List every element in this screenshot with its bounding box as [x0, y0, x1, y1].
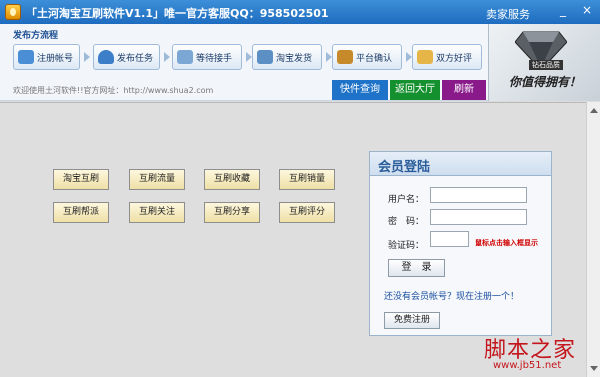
step-label: 双方好评 [436, 53, 473, 64]
user-icon [18, 50, 34, 64]
watermark-url: www.jb51.net [493, 360, 562, 371]
password-label: 密 码： [388, 217, 425, 227]
step-publish[interactable]: 发布任务 [93, 44, 160, 70]
step-ship[interactable]: 淘宝发货 [252, 44, 322, 70]
banner-badge: 钻石品质 [529, 60, 563, 70]
step-label: 注册帐号 [37, 53, 74, 64]
rating-button[interactable]: 互刷评分 [279, 202, 335, 223]
login-button[interactable]: 登 录 [388, 259, 445, 277]
quick-query-button[interactable]: 快件查询 [332, 80, 388, 100]
title-bar: 「土河淘宝互刷软件V1.1」唯一官方客服QQ：958502501 卖家服务 _ … [0, 0, 600, 24]
welcome-text: 欢迎使用土河软件!!官方网址：http://www.shua2.com [13, 86, 214, 95]
step-label: 平台确认 [356, 53, 393, 64]
pen-icon [337, 50, 353, 64]
vertical-scrollbar[interactable] [586, 102, 600, 377]
share-button[interactable]: 互刷分享 [204, 202, 260, 223]
step-label: 淘宝发货 [276, 53, 313, 64]
minimize-button[interactable]: _ [554, 3, 572, 19]
username-label: 用户名： [388, 195, 425, 205]
step-confirm[interactable]: 平台确认 [332, 44, 402, 70]
captcha-input[interactable] [430, 231, 469, 247]
register-prompt-link[interactable]: 还没有会员帐号？现在注册一个！ [384, 289, 519, 302]
process-title: 发布方流程 [13, 31, 59, 41]
shield-icon [98, 50, 114, 64]
password-input[interactable] [430, 209, 527, 225]
refresh-button[interactable]: 刷新 [442, 80, 486, 100]
favorites-button[interactable]: 互刷收藏 [204, 169, 260, 190]
step-label: 发布任务 [117, 53, 154, 64]
grid-icon [257, 50, 273, 64]
window-title: 「土河淘宝互刷软件V1.1」唯一官方客服QQ：958502501 [26, 7, 329, 20]
login-title: 会员登陆 [378, 160, 431, 175]
back-hall-button[interactable]: 返回大厅 [390, 80, 440, 100]
captcha-hint: 鼠标点击输入框显示 [475, 239, 538, 247]
scroll-up-icon[interactable] [590, 108, 598, 113]
step-review[interactable]: 双方好评 [412, 44, 482, 70]
traffic-button[interactable]: 互刷流量 [129, 169, 185, 190]
scroll-down-icon[interactable] [590, 366, 598, 371]
taobao-mutual-button[interactable]: 淘宝互刷 [53, 169, 109, 190]
close-button[interactable]: × [578, 3, 596, 19]
step-wait[interactable]: 等待接手 [172, 44, 242, 70]
promo-banner: 钻石品质 你值得拥有！ [488, 24, 600, 101]
app-icon [5, 4, 21, 20]
faction-button[interactable]: 互刷帮派 [53, 202, 109, 223]
register-button[interactable]: 免费注册 [384, 312, 440, 329]
username-input[interactable] [430, 187, 527, 203]
captcha-label: 验证码： [388, 241, 425, 251]
keyboard-icon [177, 50, 193, 64]
envelope-icon [417, 50, 433, 64]
arrow-icon [84, 52, 90, 62]
login-panel: 会员登陆 用户名： 密 码： 验证码： 鼠标点击输入框显示 登 录 还没有会员帐… [369, 151, 552, 336]
step-label: 等待接手 [196, 53, 233, 64]
sales-button[interactable]: 互刷销量 [279, 169, 335, 190]
step-register[interactable]: 注册帐号 [13, 44, 80, 70]
arrow-icon [164, 52, 170, 62]
follow-button[interactable]: 互刷关注 [129, 202, 185, 223]
banner-slogan: 你值得拥有！ [509, 75, 582, 89]
seller-service-link[interactable]: 卖家服务 [486, 6, 530, 22]
